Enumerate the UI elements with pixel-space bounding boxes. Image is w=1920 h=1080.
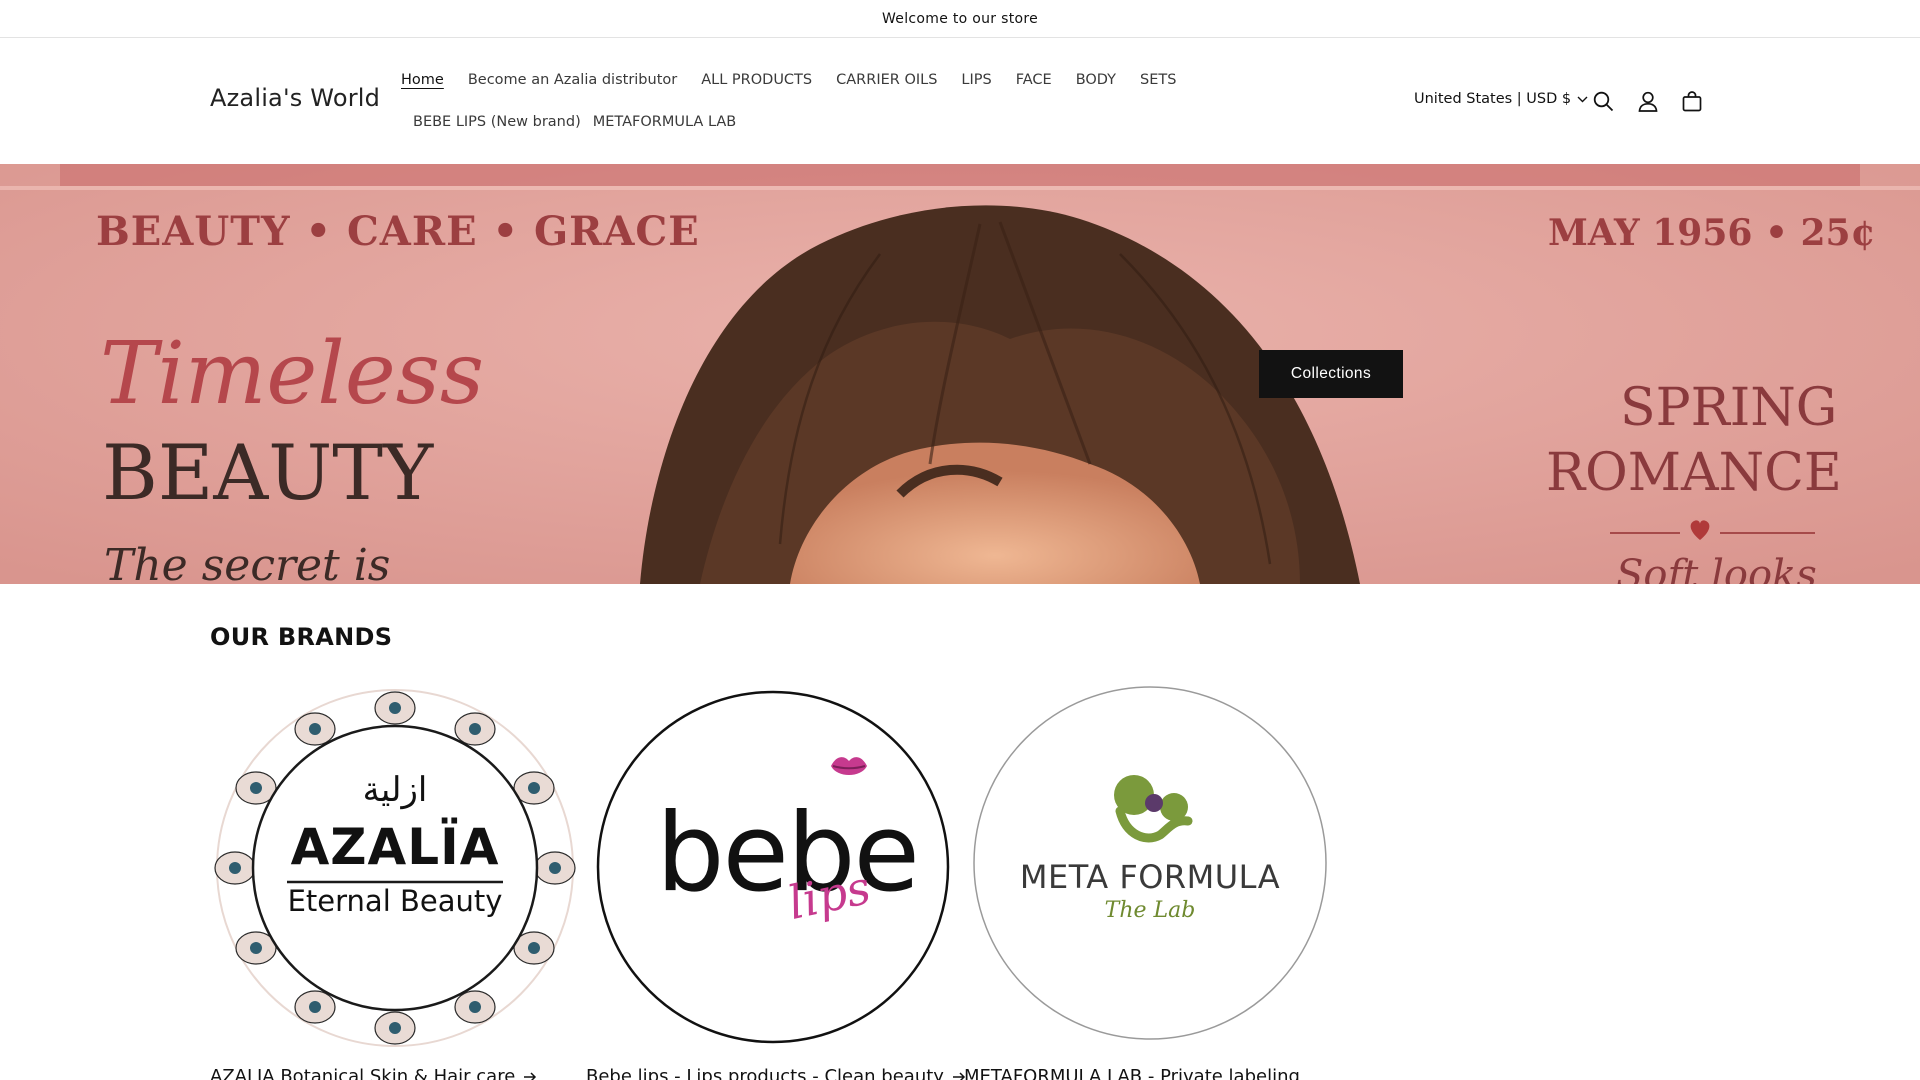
hero-headline-main: BEAUTY	[102, 428, 434, 517]
hero-right-tagline: Soft looks	[1616, 552, 1817, 584]
nav-item-bebe-lips[interactable]: BEBE LIPS (New brand)	[401, 101, 593, 143]
site-logo[interactable]: Azalia's World	[210, 84, 380, 112]
announcement-bar: Welcome to our store	[0, 0, 1920, 38]
lips-kiss-icon	[829, 752, 869, 786]
collections-button[interactable]: Collections	[1259, 350, 1403, 398]
nav-item-face[interactable]: FACE	[1004, 59, 1064, 101]
azalia-logo-tagline: Eternal Beauty	[287, 884, 503, 918]
nav-item-lips[interactable]: LIPS	[949, 59, 1003, 101]
metaformula-logo-script: The Lab	[1104, 898, 1196, 923]
site-header: Azalia's World Home Become an Azalia dis…	[0, 39, 1920, 164]
arrow-right-icon	[523, 1066, 537, 1080]
azalia-logo-name: AZALÏA	[290, 818, 500, 876]
brand-link-label: Bebe lips - Lips products - Clean beauty	[586, 1066, 944, 1080]
nav-item-home[interactable]: Home	[401, 59, 456, 101]
metaformula-logo-main: META FORMULA	[1019, 858, 1281, 896]
main-navigation: Home Become an Azalia distributor ALL PR…	[401, 59, 1331, 143]
cart-icon[interactable]	[1680, 89, 1704, 113]
hero-tagline: The secret is	[104, 540, 391, 584]
nav-item-sets[interactable]: SETS	[1128, 59, 1188, 101]
brand-link-bebe-lips[interactable]: Bebe lips - Lips products - Clean beauty	[586, 1066, 966, 1080]
hero-masthead-right: MAY 1956 • 25¢	[1548, 212, 1876, 254]
account-icon[interactable]	[1636, 89, 1660, 113]
announcement-text: Welcome to our store	[881, 10, 1039, 27]
nav-item-become-distributor[interactable]: Become an Azalia distributor	[456, 59, 689, 101]
locale-label: United States | USD $	[1414, 91, 1572, 107]
brand-link-label: AZALIA Botanical Skin & Hair care	[210, 1066, 516, 1080]
hero-right-line1: SPRING	[1620, 378, 1838, 438]
azalia-logo-arabic: ازلية	[362, 770, 428, 810]
nav-item-all-products[interactable]: ALL PRODUCTS	[689, 59, 824, 101]
hero-masthead-left: BEAUTY • CARE • GRACE	[96, 208, 700, 255]
search-icon[interactable]	[1591, 89, 1615, 113]
brand-link-metaformula[interactable]: METAFORMULA LAB - Private labeling	[964, 1066, 1300, 1080]
nav-item-carrier-oils[interactable]: CARRIER OILS	[824, 59, 949, 101]
nav-item-metaformula-lab[interactable]: METAFORMULA LAB	[593, 101, 749, 143]
chevron-down-icon	[1577, 91, 1588, 107]
hero-headline-script: Timeless	[100, 324, 484, 424]
hero-banner: BEAUTY • CARE • GRACE MAY 1956 • 25¢ Tim…	[0, 164, 1920, 584]
brand-link-azalia[interactable]: AZALIA Botanical Skin & Hair care	[210, 1066, 537, 1080]
brand-link-label: METAFORMULA LAB - Private labeling	[964, 1066, 1300, 1080]
brands-section-title: OUR BRANDS	[210, 623, 393, 651]
nav-item-body[interactable]: BODY	[1064, 59, 1128, 101]
hero-right-line2: ROMANCE	[1546, 443, 1842, 503]
country-currency-selector[interactable]: United States | USD $	[1414, 91, 1588, 107]
